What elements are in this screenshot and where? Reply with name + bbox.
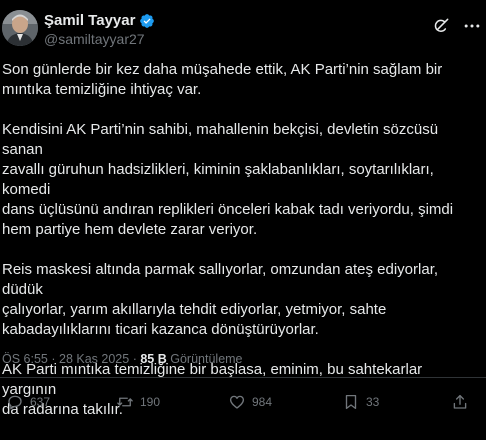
tweet-paragraph: Son günlerde bir kez daha müşahede ettik… — [2, 61, 443, 98]
like-icon — [228, 393, 246, 411]
repost-count: 190 — [140, 395, 161, 409]
avatar-image — [2, 10, 38, 46]
bookmark-count: 33 — [366, 395, 380, 409]
tweet-header: Şamil Tayyar @samiltayyar27 — [0, 8, 486, 52]
bookmark-icon — [342, 393, 360, 411]
reply-button[interactable]: 637 — [6, 393, 50, 411]
grok-icon[interactable] — [431, 16, 451, 36]
avatar[interactable] — [2, 10, 38, 46]
tweet-date[interactable]: 28 Kas 2025 — [59, 352, 129, 366]
action-bar: 637 190 984 33 — [0, 393, 486, 415]
user-handle[interactable]: @samiltayyar27 — [44, 31, 145, 47]
reply-count: 637 — [30, 395, 51, 409]
tweet-paragraph: Reis maskesi altında parmak sallıyorlar,… — [2, 261, 439, 338]
display-name[interactable]: Şamil Tayyar — [44, 12, 135, 29]
tweet-time[interactable]: ÖS 6:55 — [2, 352, 48, 366]
share-icon — [451, 393, 469, 411]
meta-separator: · — [51, 352, 56, 366]
repost-button[interactable]: 190 — [116, 393, 160, 411]
bookmark-button[interactable]: 33 — [342, 393, 379, 411]
tweet-meta: ÖS 6:55 · 28 Kas 2025 · 85 B Görüntüleme — [2, 352, 243, 366]
meta-separator: · — [132, 352, 137, 366]
more-icon[interactable] — [462, 16, 482, 36]
name-row: Şamil Tayyar — [44, 12, 155, 29]
like-count: 984 — [252, 395, 273, 409]
divider — [0, 377, 486, 378]
tweet-paragraph: Kendisini AK Parti’nin sahibi, mahalleni… — [2, 121, 454, 238]
tweet-text: Son günlerde bir kez daha müşahede ettik… — [2, 60, 480, 440]
repost-icon — [116, 393, 134, 411]
views-count[interactable]: 85 B — [140, 352, 166, 366]
share-button[interactable] — [451, 393, 469, 411]
reply-icon — [6, 393, 24, 411]
views-label: Görüntüleme — [170, 352, 243, 366]
verified-badge-icon — [139, 13, 155, 29]
tweet: Şamil Tayyar @samiltayyar27 Son günlerde… — [0, 0, 486, 423]
like-button[interactable]: 984 — [228, 393, 272, 411]
